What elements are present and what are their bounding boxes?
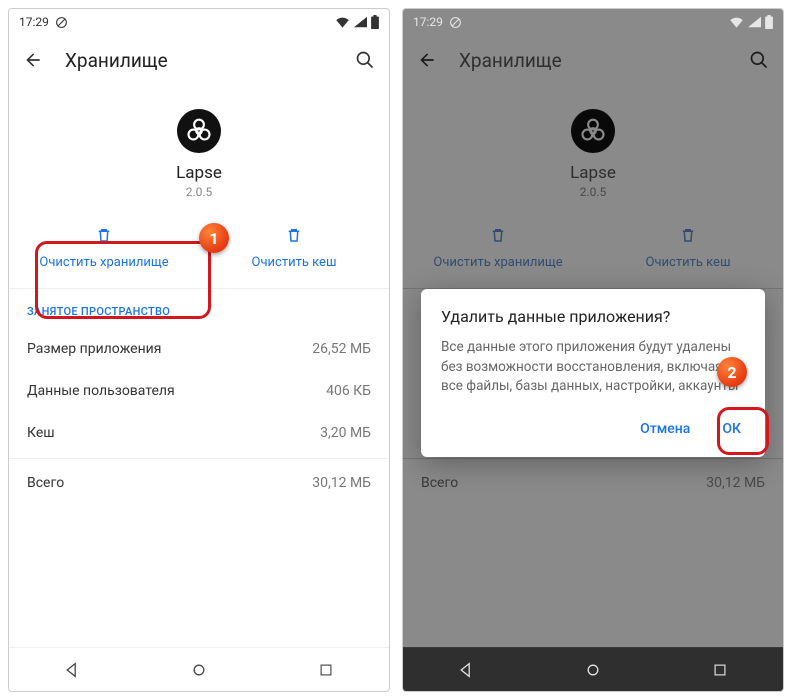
trash-icon: [489, 225, 507, 245]
row-label: Данные пользователя: [27, 383, 175, 399]
app-version: 2.0.5: [9, 185, 389, 199]
battery-icon: [765, 15, 773, 29]
biohazard-icon: [185, 117, 213, 145]
nav-back-button[interactable]: [446, 662, 486, 678]
app-name: Lapse: [9, 163, 389, 183]
ok-button[interactable]: ОК: [718, 415, 745, 443]
wifi-icon: [335, 16, 350, 28]
biohazard-icon: [579, 117, 607, 145]
table-row: Кеш 3,20 МБ: [9, 412, 389, 454]
row-label: Кеш: [27, 425, 55, 441]
back-icon[interactable]: [23, 50, 43, 70]
app-icon: [177, 109, 221, 153]
status-time: 17:29: [19, 15, 49, 29]
table-row-total: Всего 30,12 МБ: [403, 458, 783, 504]
nav-bar: [9, 647, 389, 691]
signal-icon: [354, 16, 367, 28]
row-label: Размер приложения: [27, 341, 161, 357]
no-sim-icon: [449, 16, 462, 29]
clear-cache-button[interactable]: Очистить кеш: [199, 209, 389, 288]
signal-icon: [748, 16, 761, 28]
phone-left: 17:29 Хранилище Lapse 2.0.5: [8, 8, 390, 692]
status-time: 17:29: [413, 15, 443, 29]
nav-home-button[interactable]: [179, 662, 219, 678]
clear-storage-label: Очистить хранилище: [39, 255, 168, 270]
wifi-icon: [729, 16, 744, 28]
nav-recent-button[interactable]: [306, 663, 346, 677]
row-value: 30,12 МБ: [312, 475, 371, 491]
clear-cache-label: Очистить кеш: [646, 255, 731, 270]
table-row-total: Всего 30,12 МБ: [9, 458, 389, 504]
table-row: Размер приложения 26,52 МБ: [9, 328, 389, 370]
row-value: 30,12 МБ: [706, 475, 765, 491]
battery-icon: [371, 15, 379, 29]
back-icon[interactable]: [417, 50, 437, 70]
nav-recent-button[interactable]: [700, 663, 740, 677]
section-label: ЗАНЯТОЕ ПРОСТРАНСТВО: [9, 289, 389, 328]
phone-right: 17:29 Хранилище Lapse 2.0.5: [402, 8, 784, 692]
cancel-button[interactable]: Отмена: [636, 415, 694, 443]
page-title: Хранилище: [459, 49, 727, 72]
status-bar: 17:29: [9, 9, 389, 35]
app-header: Хранилище: [9, 35, 389, 85]
dialog-body: Все данные этого приложения будут удален…: [441, 338, 745, 397]
row-label: Всего: [421, 475, 458, 491]
clear-cache-button[interactable]: Очистить кеш: [593, 209, 783, 288]
page-title: Хранилище: [65, 49, 333, 72]
trash-icon: [95, 225, 113, 245]
app-header: Хранилище: [403, 35, 783, 85]
row-label: Всего: [27, 475, 64, 491]
no-sim-icon: [55, 16, 68, 29]
trash-icon: [679, 225, 697, 245]
clear-storage-button[interactable]: Очистить хранилище: [403, 209, 593, 288]
search-icon[interactable]: [749, 50, 769, 70]
row-value: 406 КБ: [326, 383, 371, 399]
confirm-dialog: Удалить данные приложения? Все данные эт…: [421, 289, 765, 457]
app-name: Lapse: [403, 163, 783, 183]
nav-home-button[interactable]: [573, 662, 613, 678]
content-area: Lapse 2.0.5 Очистить хранилище Очистить …: [9, 85, 389, 647]
row-value: 26,52 МБ: [312, 341, 371, 357]
app-icon: [571, 109, 615, 153]
clear-storage-button[interactable]: Очистить хранилище: [9, 209, 199, 288]
nav-back-button[interactable]: [52, 662, 92, 678]
row-value: 3,20 МБ: [320, 425, 371, 441]
table-row: Данные пользователя 406 КБ: [9, 370, 389, 412]
clear-cache-label: Очистить кеш: [252, 255, 337, 270]
app-version: 2.0.5: [403, 185, 783, 199]
trash-icon: [285, 225, 303, 245]
search-icon[interactable]: [355, 50, 375, 70]
status-bar: 17:29: [403, 9, 783, 35]
dialog-title: Удалить данные приложения?: [441, 307, 745, 326]
nav-bar: [403, 647, 783, 691]
clear-storage-label: Очистить хранилище: [433, 255, 562, 270]
